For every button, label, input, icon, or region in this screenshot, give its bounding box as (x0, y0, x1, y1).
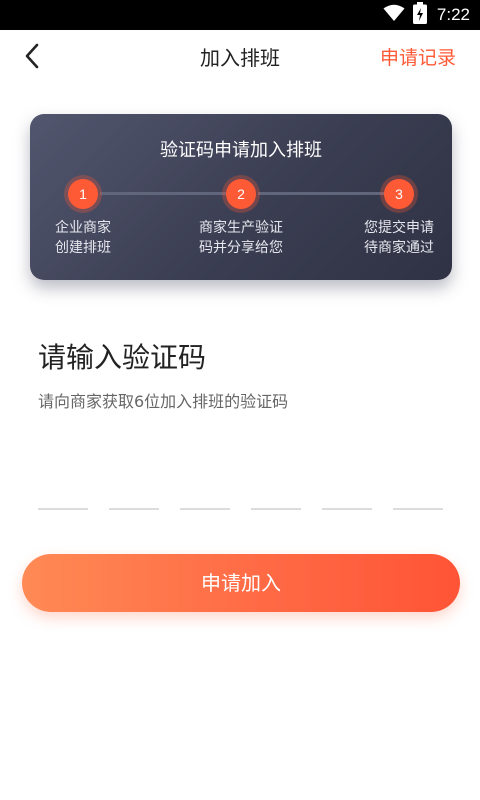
code-digit-1[interactable] (38, 470, 88, 510)
code-hint: 请向商家获取6位加入排班的验证码 (38, 392, 289, 411)
step-connector-2 (258, 192, 386, 195)
status-time: 7:22 (436, 5, 470, 24)
apply-join-button[interactable]: 申请加入 (22, 554, 460, 612)
step-label-1-line2: 创建排班 (55, 240, 111, 256)
step-label-1-line1: 企业商家 (55, 220, 111, 236)
step-label-3-line1: 您提交申请 (364, 220, 434, 236)
chevron-left-icon (24, 43, 40, 73)
step-connector-1 (100, 192, 228, 195)
code-digit-4[interactable] (251, 470, 301, 510)
verification-code-input[interactable] (38, 470, 444, 510)
step-number-2: 2 (226, 179, 256, 209)
code-digit-3[interactable] (180, 470, 230, 510)
status-bar: 7:22 (0, 0, 480, 30)
step-number-1: 1 (68, 179, 98, 209)
step-label-2-line1: 商家生产验证 (199, 220, 283, 236)
step-label-2-line2: 码并分享给您 (199, 240, 283, 256)
wifi-icon (383, 4, 405, 26)
battery-icon (412, 2, 427, 28)
code-digit-5[interactable] (322, 470, 372, 510)
step-label-3: 您提交申请 待商家通过 (344, 218, 454, 258)
code-heading: 请输入验证码 (38, 341, 207, 374)
steps-card-title: 验证码申请加入排班 (160, 140, 322, 161)
step-number-3: 3 (384, 179, 414, 209)
code-digit-6[interactable] (393, 470, 443, 510)
step-label-2: 商家生产验证 码并分享给您 (186, 218, 296, 258)
step-label-1: 企业商家 创建排班 (28, 218, 138, 258)
application-records-link[interactable]: 申请记录 (380, 30, 456, 86)
step-label-3-line2: 待商家通过 (364, 240, 434, 256)
status-icons: 7:22 (383, 0, 470, 30)
steps-card: 验证码申请加入排班 1 2 3 企业商家 创建排班 商家生产验证 码并分享给您 … (30, 114, 452, 280)
back-button[interactable] (14, 40, 50, 76)
app-header: 加入排班 申请记录 (0, 30, 480, 86)
code-digit-2[interactable] (109, 470, 159, 510)
